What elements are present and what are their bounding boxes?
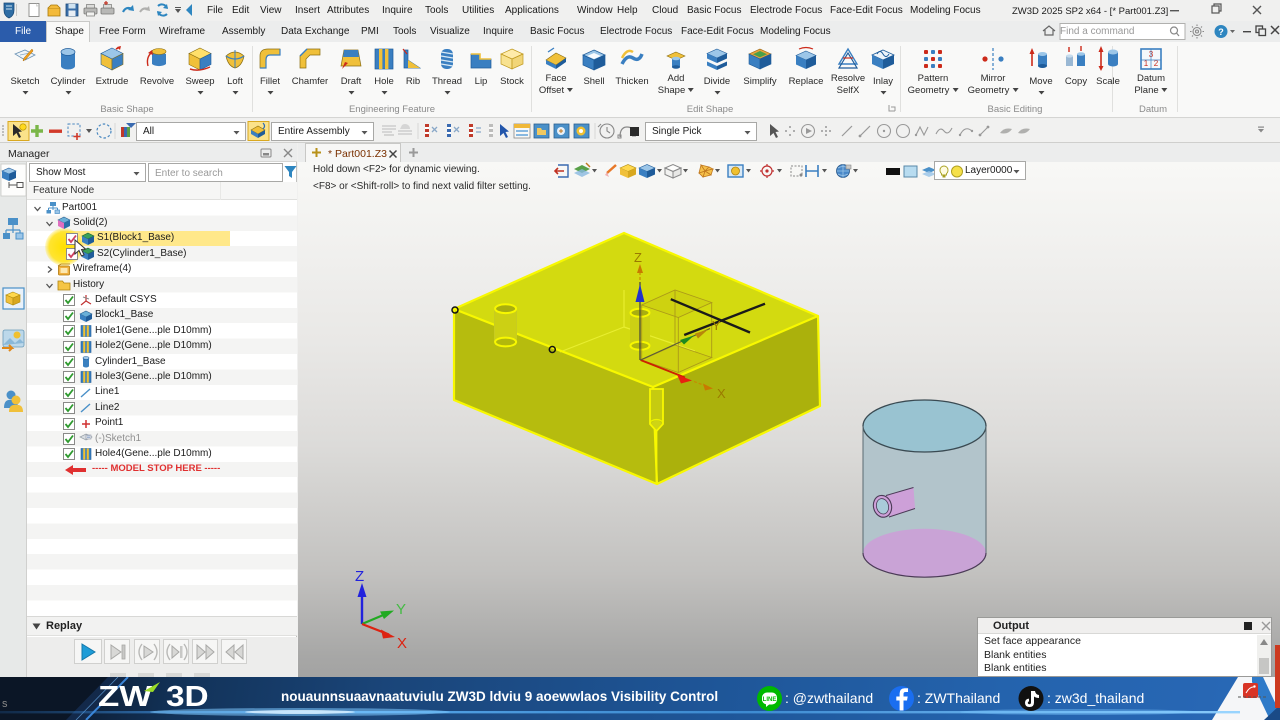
- svg-text:X: X: [397, 635, 407, 652]
- svg-text:X: X: [717, 386, 726, 401]
- svg-text:Y: Y: [712, 318, 721, 333]
- svg-text:Y: Y: [396, 601, 406, 618]
- svg-text:LINE: LINE: [763, 697, 777, 703]
- svg-text:Z: Z: [355, 568, 364, 585]
- svg-text:?: ?: [1218, 27, 1224, 37]
- svg-text:Z: Z: [634, 250, 642, 265]
